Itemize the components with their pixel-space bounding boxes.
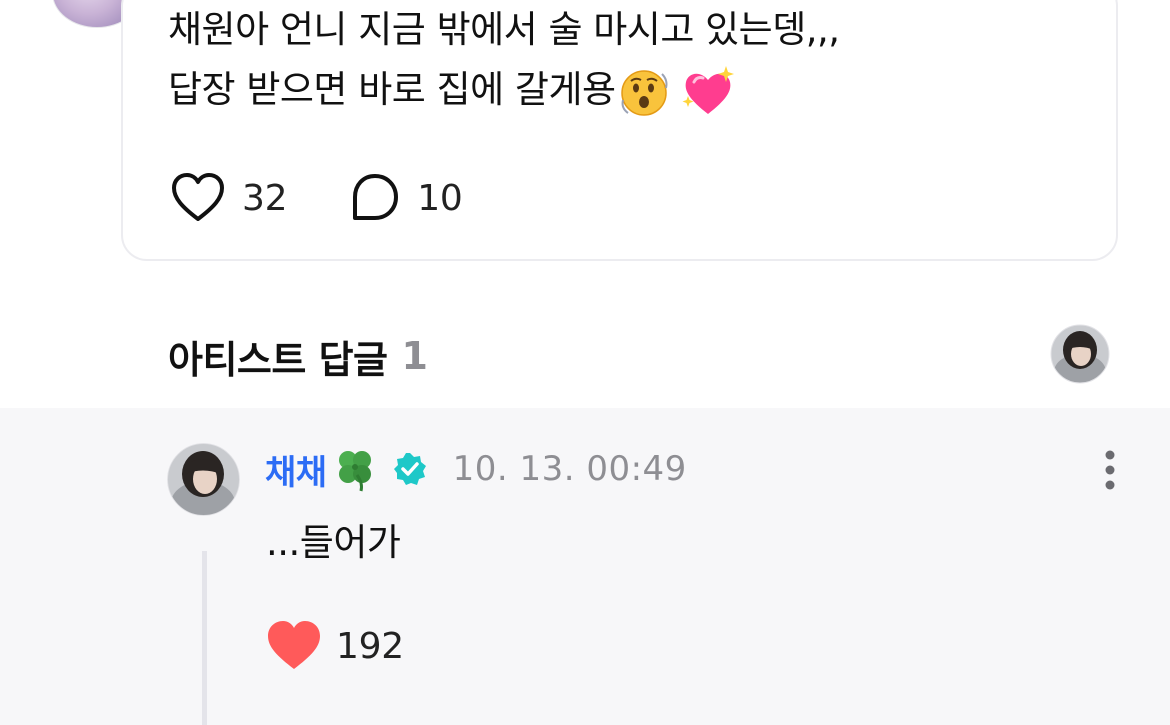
comment-count: 10: [417, 177, 463, 219]
reply-meta: 채채 10. 13. 00:49: [265, 445, 687, 494]
comment-button[interactable]: 10: [349, 172, 463, 224]
reply-timestamp: 10. 13. 00:49: [452, 449, 687, 489]
four-leaf-clover-emoji: [338, 451, 371, 492]
post-body: 채원아 언니 지금 밖에서 술 마시고 있는뎅,,, 답장 받으면 바로 집에 …: [168, 0, 840, 120]
reply-like-button[interactable]: 192: [266, 620, 404, 672]
artist-reply-header: 아티스트 답글 1: [168, 326, 428, 386]
post-line: 채원아 언니 지금 밖에서 술 마시고 있는뎅,,,: [168, 8, 840, 51]
reply-body: ...들어가: [266, 521, 401, 564]
reply-like-count: 192: [336, 625, 404, 667]
author-name[interactable]: 채채: [265, 445, 327, 494]
like-count: 32: [242, 177, 288, 219]
sparkling-heart-emoji: [680, 64, 736, 120]
more-options-icon[interactable]: [1096, 448, 1124, 492]
post-line: 답장 받으면 바로 집에 갈게용: [168, 60, 840, 120]
dizzy-face-emoji: [616, 64, 672, 120]
thread-line: [202, 551, 207, 725]
like-button[interactable]: 32: [170, 172, 288, 224]
verified-badge-icon: [393, 453, 426, 485]
heart-filled-icon: [268, 621, 320, 669]
artist-avatar[interactable]: [1050, 324, 1110, 384]
heart-outline-icon: [172, 173, 224, 221]
post-actions: 32 10: [170, 170, 524, 226]
reply-count: 1: [401, 334, 428, 378]
reply-author-avatar[interactable]: [167, 443, 240, 516]
section-title: 아티스트 답글: [168, 337, 388, 382]
comment-bubble-icon: [353, 174, 399, 220]
fan-post-screen: 채원아 언니 지금 밖에서 술 마시고 있는뎅,,, 답장 받으면 바로 집에 …: [0, 0, 1170, 725]
